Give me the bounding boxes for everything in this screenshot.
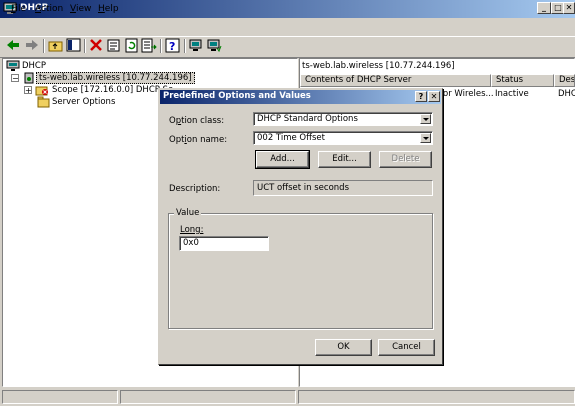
server-icon bbox=[24, 72, 34, 84]
add-button[interactable]: Add... bbox=[255, 150, 310, 169]
menu-bar bbox=[0, 19, 575, 36]
tree-item-server[interactable]: ts-web.lab.wireless [10.77.244.196] bbox=[36, 72, 195, 84]
server-computer-icon[interactable] bbox=[188, 38, 204, 53]
option-name-select[interactable]: 002 Time Offset bbox=[253, 131, 433, 145]
menu-view[interactable]: View bbox=[70, 4, 91, 14]
delete-icon[interactable] bbox=[88, 38, 104, 53]
list-item-status: Inactive bbox=[495, 89, 529, 99]
option-class-label: Option class: bbox=[169, 116, 225, 126]
column-header-description[interactable]: Desc bbox=[554, 74, 575, 87]
delete-button[interactable]: Delete bbox=[379, 151, 432, 168]
edit-button[interactable]: Edit... bbox=[318, 151, 371, 168]
show-console-tree-icon[interactable] bbox=[66, 38, 82, 53]
dialog-title: Predefined Options and Values bbox=[163, 91, 311, 101]
cancel-button[interactable]: Cancel bbox=[378, 339, 435, 356]
toolbar-separator bbox=[160, 39, 162, 53]
menu-help[interactable]: Help bbox=[98, 4, 119, 14]
toolbar bbox=[0, 36, 575, 58]
list-item-name[interactable]: or Wireles... bbox=[443, 89, 494, 99]
menu-file[interactable]: File bbox=[11, 4, 26, 14]
refresh-icon[interactable] bbox=[124, 38, 140, 53]
export-list-icon[interactable] bbox=[141, 38, 157, 53]
tree-item-dhcp[interactable]: DHCP bbox=[22, 61, 46, 71]
option-class-select[interactable]: DHCP Standard Options bbox=[253, 112, 433, 126]
ok-button[interactable]: OK bbox=[315, 339, 372, 356]
long-label: Long: bbox=[180, 225, 204, 235]
help-icon[interactable]: ? bbox=[165, 38, 181, 53]
minimize-button[interactable]: _ bbox=[537, 2, 551, 14]
server-options-folder-icon bbox=[37, 96, 50, 108]
svg-text:?: ? bbox=[169, 40, 175, 53]
option-class-value: DHCP Standard Options bbox=[257, 114, 358, 124]
tree-item-server-options[interactable]: Server Options bbox=[52, 97, 115, 107]
collapse-server-toggle[interactable]: − bbox=[11, 74, 19, 83]
toolbar-separator bbox=[43, 39, 45, 53]
status-pane-3 bbox=[298, 390, 575, 404]
status-pane-2 bbox=[120, 390, 296, 404]
menu-action[interactable]: Action bbox=[35, 4, 63, 14]
toolbar-separator bbox=[84, 39, 86, 53]
toolbar-separator bbox=[184, 39, 186, 53]
chevron-down-icon[interactable] bbox=[420, 133, 431, 143]
dialog-close-button[interactable]: ✕ bbox=[428, 91, 440, 102]
column-header-status[interactable]: Status bbox=[491, 74, 554, 87]
tree-item-scope[interactable]: Scope [172.16.0.0] DHCP Se bbox=[52, 85, 173, 95]
scope-folder-icon bbox=[35, 86, 48, 96]
option-name-value: 002 Time Offset bbox=[257, 133, 325, 143]
status-pane-1 bbox=[2, 390, 118, 404]
properties-icon[interactable] bbox=[106, 38, 122, 53]
value-groupbox bbox=[168, 213, 433, 329]
dhcp-root-icon bbox=[6, 60, 20, 71]
description-label: Description: bbox=[169, 184, 221, 194]
up-folder-icon[interactable] bbox=[48, 38, 64, 53]
long-value-input[interactable]: 0x0 bbox=[179, 236, 269, 251]
expand-scope-toggle[interactable]: + bbox=[24, 86, 32, 95]
chevron-down-icon[interactable] bbox=[420, 114, 431, 124]
description-value: UCT offset in seconds bbox=[253, 180, 433, 196]
option-name-label: Option name: bbox=[169, 135, 228, 145]
column-header-contents[interactable]: Contents of DHCP Server bbox=[300, 74, 491, 87]
close-button[interactable]: ✕ bbox=[563, 2, 575, 14]
list-item-description: DHC bbox=[558, 89, 575, 99]
details-header-title: ts-web.lab.wireless [10.77.244.196] bbox=[302, 61, 455, 71]
forward-arrow-icon[interactable] bbox=[24, 38, 40, 53]
value-group-label: Value bbox=[174, 208, 202, 218]
dialog-help-button[interactable]: ? bbox=[415, 91, 427, 102]
back-arrow-icon[interactable] bbox=[5, 38, 21, 53]
authorize-server-icon[interactable] bbox=[206, 38, 222, 53]
